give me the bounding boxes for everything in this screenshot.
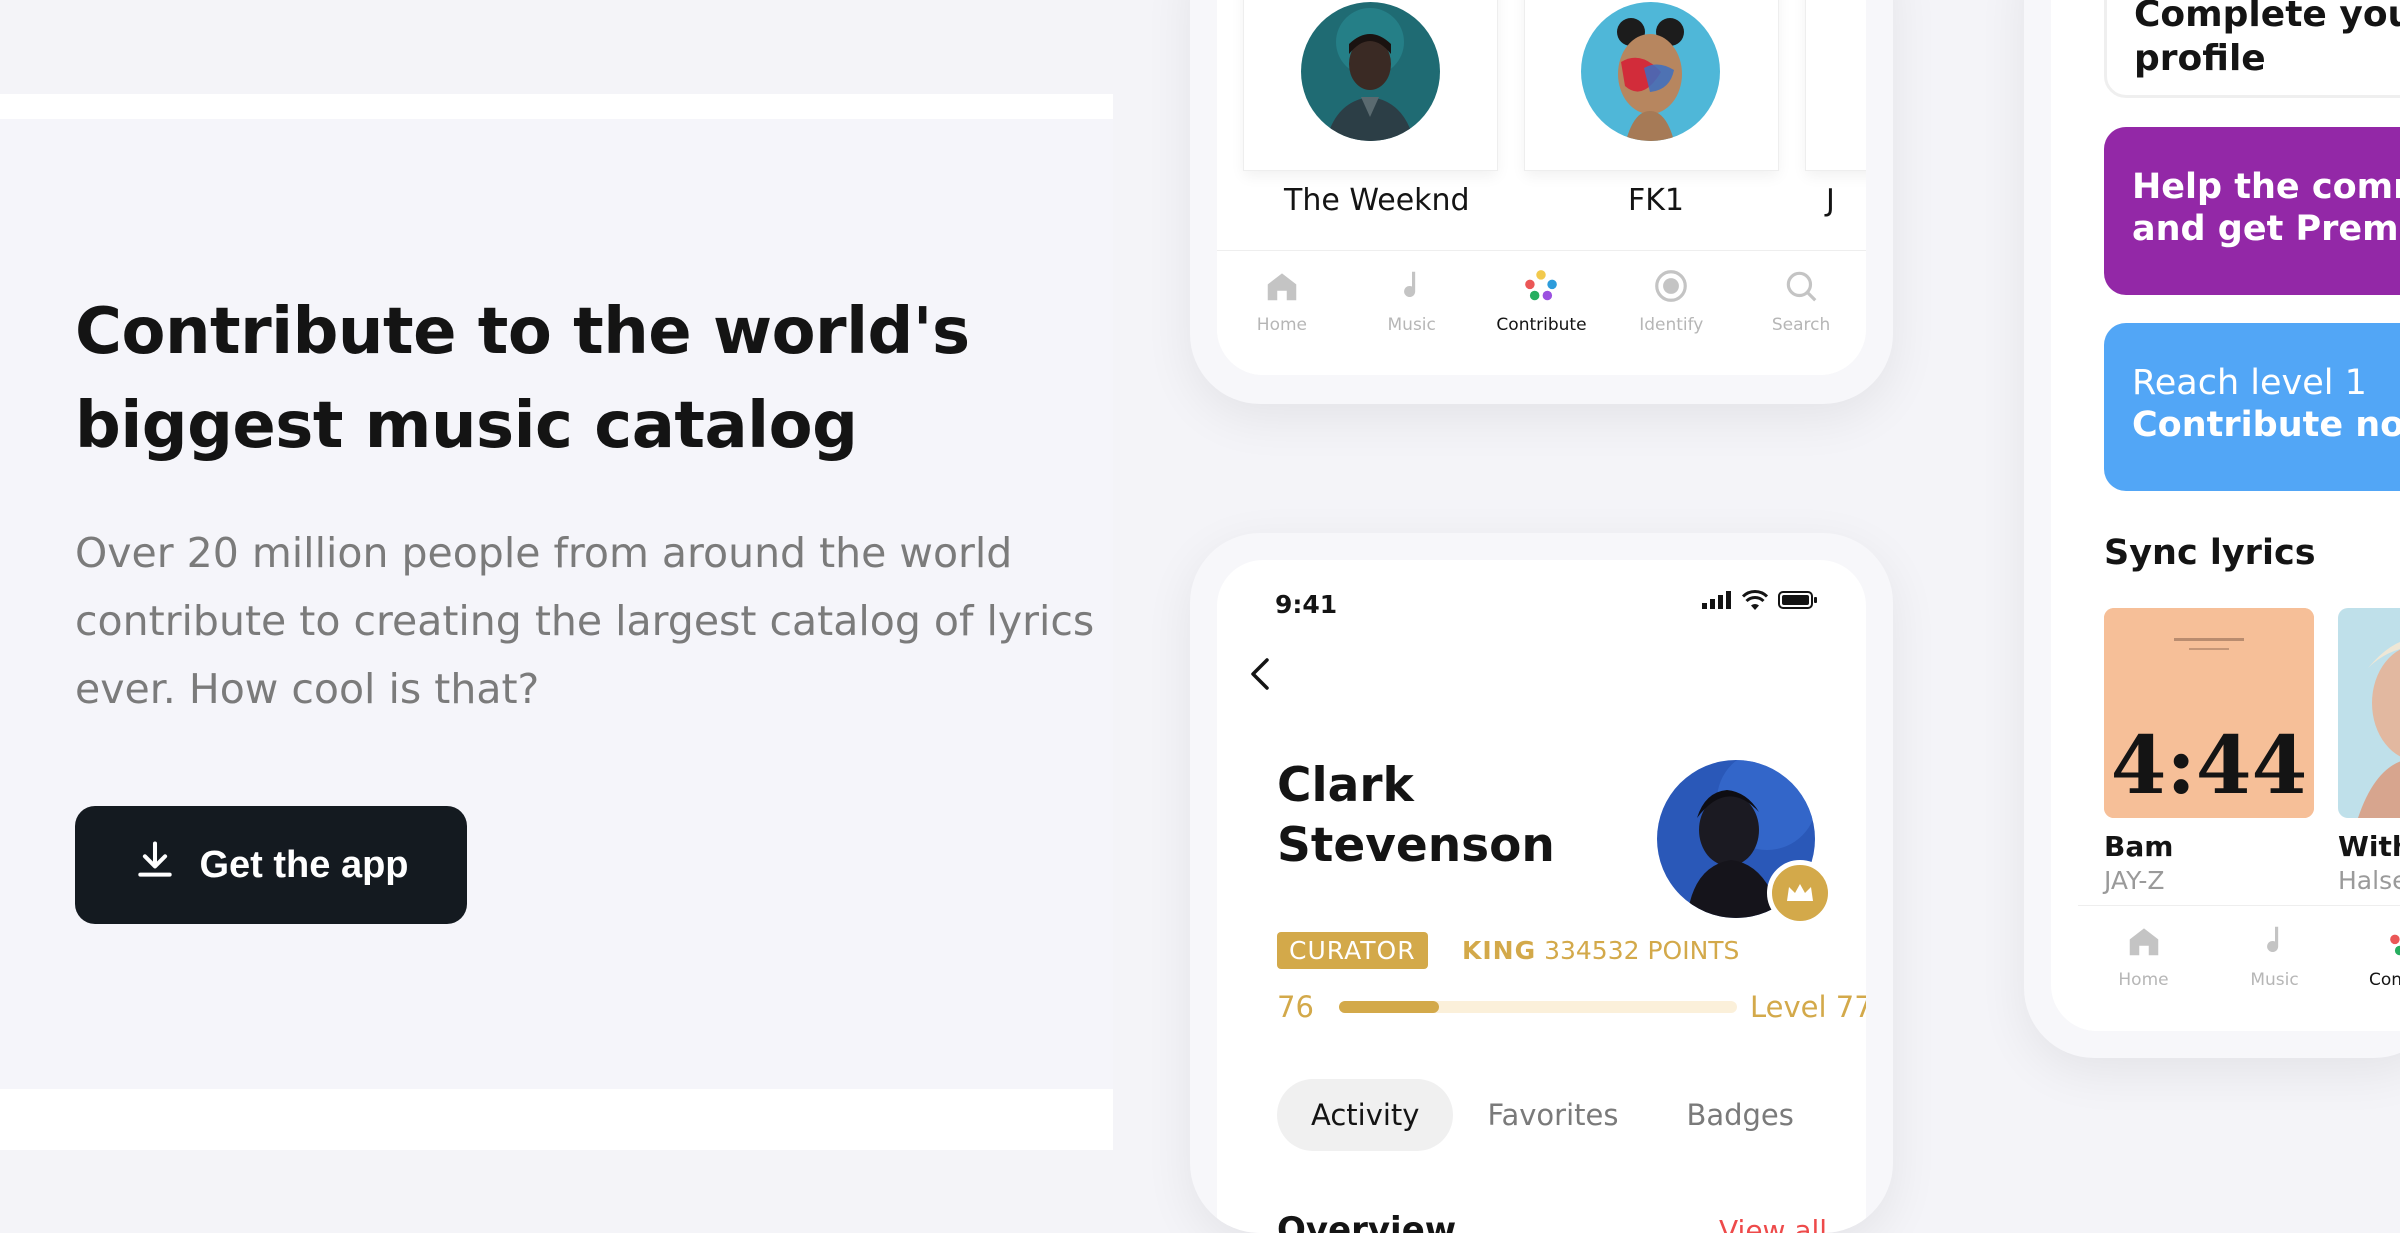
profile-tabs: Activity Favorites Badges (1277, 1079, 1828, 1151)
get-the-app-label: Get the app (199, 844, 408, 887)
level-promo-line2: Contribute now (2132, 405, 2400, 445)
identify-icon (1652, 267, 1690, 309)
home-phone-mockup: Complete your profile Help the commu and… (2024, 0, 2400, 1058)
back-chevron-icon[interactable] (1245, 652, 1275, 696)
view-all-link[interactable]: View all (1719, 1214, 1827, 1233)
current-level: 76 (1277, 990, 1314, 1024)
tab-music[interactable]: Music (1347, 267, 1477, 375)
curator-badge: CURATOR (1277, 932, 1428, 969)
tab-identify[interactable]: Identify (1606, 267, 1736, 375)
profile-phone-mockup: 9:41 Clark Stevenson (1190, 533, 1893, 1233)
complete-profile-line1: Complete your (2134, 0, 2400, 37)
crown-icon (1767, 860, 1833, 926)
search-icon (1782, 267, 1820, 309)
home-icon (1263, 267, 1301, 309)
sync-lyrics-title: Sync lyrics (2104, 533, 2316, 573)
complete-profile-text: Complete your profile (2134, 0, 2400, 81)
album-art[interactable] (2338, 608, 2400, 818)
download-icon (133, 838, 177, 892)
profile-screen: 9:41 Clark Stevenson (1217, 560, 1866, 1233)
tab-search[interactable]: Search (1736, 267, 1866, 375)
level-progress-fill (1339, 1001, 1439, 1013)
tab-identify-label: Identify (1639, 315, 1703, 335)
contribute-dots-icon (2387, 922, 2400, 964)
tab-search-label: Search (1772, 315, 1830, 335)
get-the-app-button[interactable]: Get the app (75, 806, 467, 924)
status-time: 9:41 (1275, 590, 1337, 619)
tab-contribute[interactable]: Contribu (2340, 922, 2400, 1031)
music-note-icon (2256, 922, 2294, 964)
album-art-title: 4:44 (2111, 718, 2308, 812)
tab-contribute-label: Contribute (1496, 315, 1586, 335)
next-level: Level 77 (1750, 990, 1866, 1024)
song-artist: Halsey (2338, 866, 2400, 895)
artists-phone-mockup: The Weeknd FK1 J Home (1190, 0, 1893, 404)
tab-badges[interactable]: Badges (1652, 1079, 1827, 1151)
hero-top-strip (0, 94, 1113, 119)
premium-promo-line1: Help the commu (2132, 167, 2400, 207)
home-icon (2125, 922, 2163, 964)
premium-promo-line2: and get Premium (2132, 209, 2400, 249)
bottom-tab-bar: Home Music Contribute (1217, 250, 1866, 375)
home-screen: Complete your profile Help the commu and… (2051, 0, 2400, 1031)
contribute-dots-icon (1522, 267, 1560, 309)
hero-title: Contribute to the world's biggest music … (75, 285, 1075, 473)
artist-name: FK1 (1628, 183, 1684, 218)
signal-icon (1702, 591, 1732, 613)
profile-last-name: Stevenson (1277, 816, 1697, 876)
artist-avatar (1301, 2, 1440, 141)
battery-icon (1778, 590, 1818, 614)
tab-home[interactable]: Home (1217, 267, 1347, 375)
tab-contribute-label: Contribu (2369, 970, 2400, 990)
rank-label: KING (1462, 936, 1536, 965)
tab-music-label: Music (2250, 970, 2298, 990)
artist-name: J (1826, 183, 1835, 218)
level-promo-line1: Reach level 1 (2132, 363, 2367, 403)
overview-title: Overview (1277, 1210, 1456, 1233)
tab-home-label: Home (2118, 970, 2168, 990)
tab-home-label: Home (1257, 315, 1307, 335)
artist-avatar (1581, 2, 1720, 141)
tab-favorites[interactable]: Favorites (1453, 1079, 1652, 1151)
artists-screen: The Weeknd FK1 J Home (1217, 0, 1866, 375)
wifi-icon (1742, 590, 1768, 614)
level-progress-bar (1339, 1001, 1737, 1013)
complete-profile-line2: profile (2134, 37, 2400, 81)
song-title: Bam (2104, 830, 2173, 863)
song-title: Witho (2338, 830, 2400, 863)
hero-subtitle: Over 20 million people from around the w… (75, 519, 1105, 723)
status-icons (1702, 590, 1818, 614)
music-note-icon (1393, 267, 1431, 309)
level-promo-card[interactable]: Reach level 1 Contribute now (2104, 323, 2400, 491)
complete-profile-card[interactable]: Complete your profile (2104, 0, 2400, 98)
artist-card[interactable]: J (1806, 0, 1866, 170)
tab-contribute[interactable]: Contribute (1477, 267, 1607, 375)
tab-activity[interactable]: Activity (1277, 1079, 1453, 1151)
premium-promo-card[interactable]: Help the commu and get Premium (2104, 127, 2400, 295)
artist-card[interactable]: FK1 (1525, 0, 1778, 170)
points-label: 334532 POINTS (1544, 936, 1739, 965)
rank-points: KING 334532 POINTS (1462, 932, 1739, 969)
album-art[interactable]: 4:44 (2104, 608, 2314, 818)
tab-music[interactable]: Music (2209, 922, 2340, 1031)
tab-music-label: Music (1388, 315, 1436, 335)
hero-bottom-strip (0, 1089, 1113, 1150)
artist-card[interactable]: The Weeknd (1244, 0, 1497, 170)
tab-home[interactable]: Home (2078, 922, 2209, 1031)
artist-name: The Weeknd (1284, 183, 1470, 218)
bottom-tab-bar: Home Music Contribu (2078, 905, 2400, 1031)
profile-name: Clark Stevenson (1277, 756, 1697, 876)
profile-first-name: Clark (1277, 756, 1697, 816)
song-artist: JAY-Z (2104, 866, 2165, 895)
